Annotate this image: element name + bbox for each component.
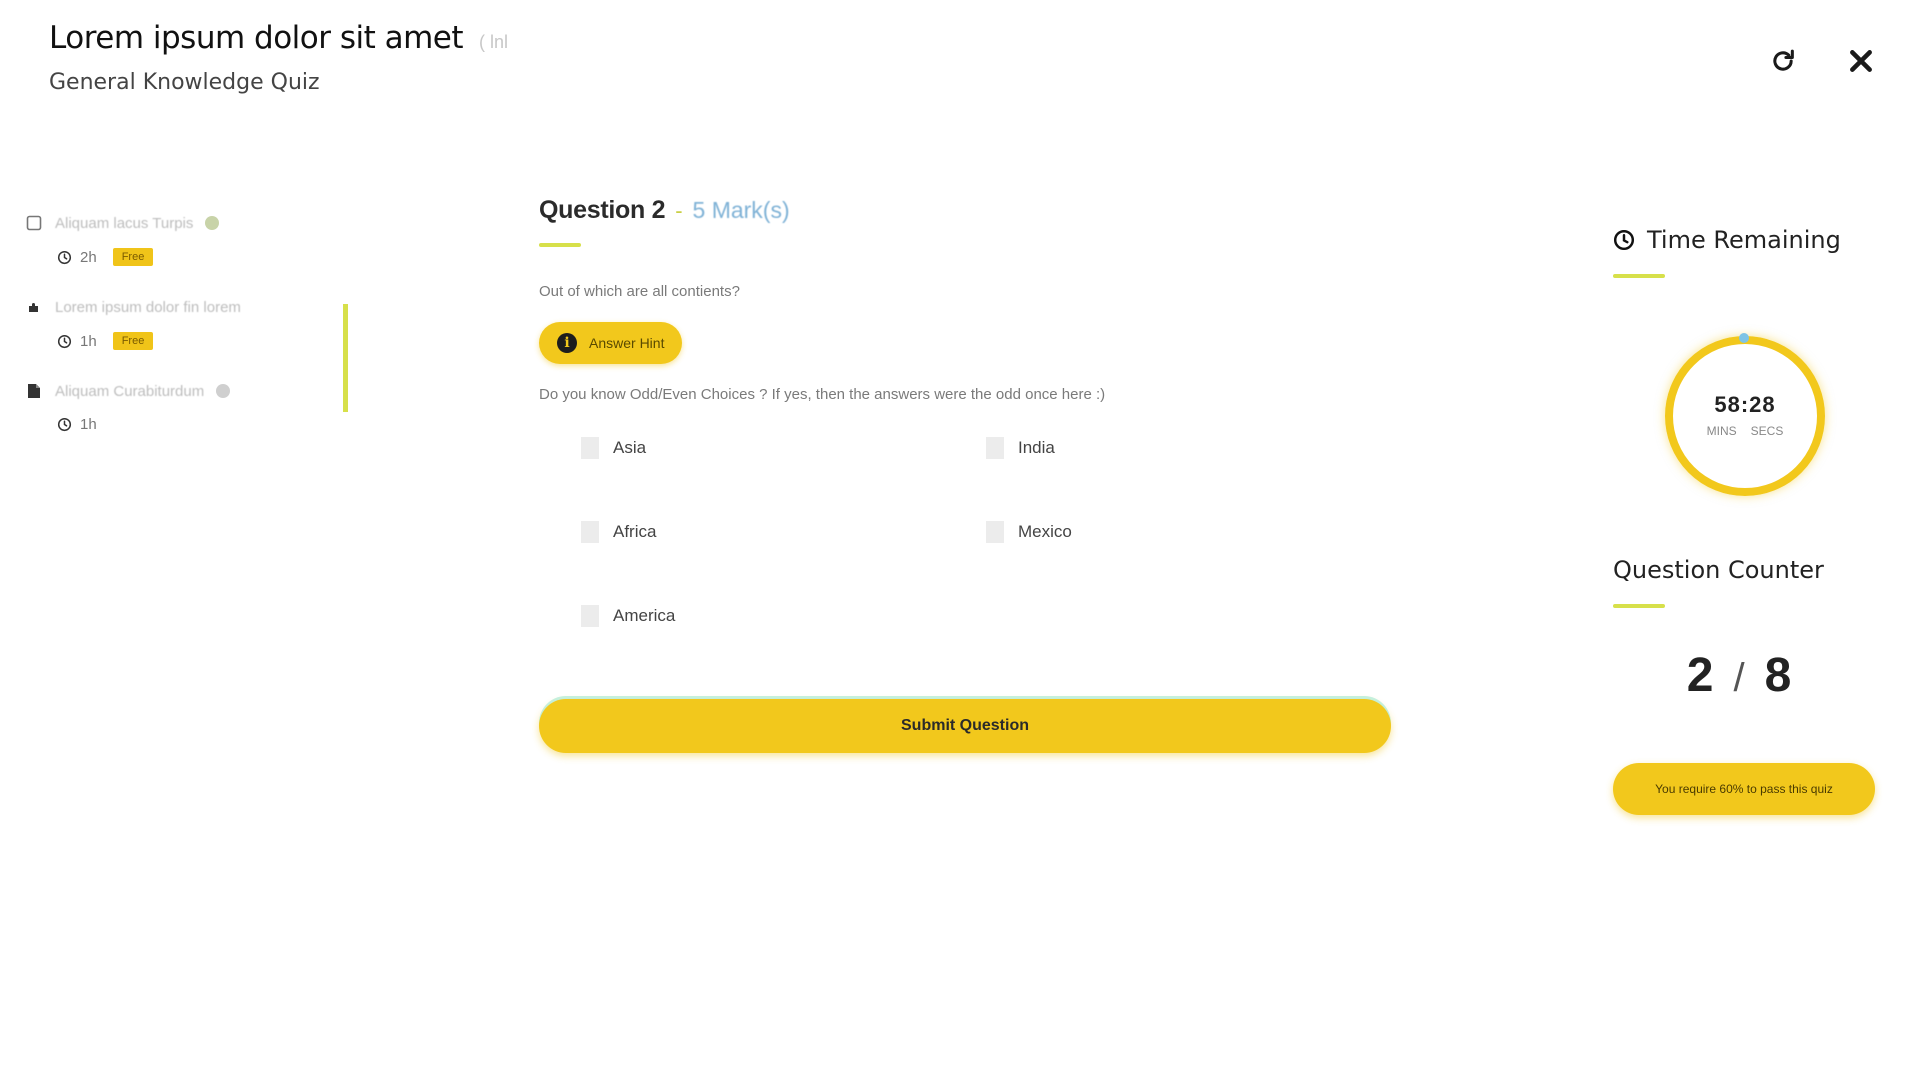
close-icon xyxy=(1850,50,1872,72)
completed-check-icon xyxy=(216,384,231,398)
refresh-icon xyxy=(1773,49,1794,71)
question-header: Question 2 - 5 Mark(s) xyxy=(539,196,1399,225)
question-counter-title: Question Counter xyxy=(1613,556,1824,584)
sidebar-item-duration: 2h xyxy=(80,248,97,266)
refresh-button[interactable] xyxy=(1766,44,1800,78)
time-remaining-title: Time Remaining xyxy=(1647,226,1841,254)
answer-hint-button[interactable]: i Answer Hint xyxy=(539,322,683,364)
option-label: Asia xyxy=(613,438,647,457)
sidebar-item-label: Aliquam lacus Turpis xyxy=(55,214,194,232)
countdown-timer: 58:28 MINS SECS xyxy=(1665,333,1825,496)
page-title-tag: ( lnl xyxy=(479,32,509,52)
counter-slash: / xyxy=(1733,656,1745,700)
sidebar-item-meta: 1h Free xyxy=(57,332,355,350)
title-underline xyxy=(539,243,581,247)
option-checkbox[interactable] xyxy=(581,521,599,543)
time-remaining-heading: Time Remaining xyxy=(1613,226,1883,254)
sidebar-item-row: Lorem ipsum dolor fin lorem xyxy=(25,294,355,320)
option-checkbox[interactable] xyxy=(986,437,1004,459)
sidebar-item-3[interactable]: Aliquam Curabiturdum 1h xyxy=(25,378,355,433)
counter-current: 2 xyxy=(1686,649,1714,702)
pass-requirement-badge: You require 60% to pass this quiz xyxy=(1613,763,1875,815)
lesson-sidebar: Aliquam lacus Turpis 2h Free Lorem ipsum… xyxy=(25,210,355,461)
option-mexico[interactable]: Mexico xyxy=(986,521,1391,543)
sidebar-item-2[interactable]: Lorem ipsum dolor fin lorem 1h Free xyxy=(25,294,355,350)
sidebar-item-duration: 1h xyxy=(80,416,97,433)
free-badge: Free xyxy=(112,332,154,350)
counter-total: 8 xyxy=(1764,649,1792,702)
option-africa[interactable]: Africa xyxy=(581,521,986,543)
timer-progress-dot xyxy=(1739,333,1749,343)
timer-unit-mins: MINS xyxy=(1706,424,1737,438)
puzzle-icon xyxy=(25,298,43,316)
header-actions xyxy=(1766,44,1878,78)
question-marks: 5 Mark(s) xyxy=(692,197,790,223)
sidebar-item-row: Aliquam lacus Turpis xyxy=(25,210,355,236)
sidebar-item-label: Aliquam Curabiturdum xyxy=(55,382,205,400)
option-america[interactable]: America xyxy=(581,605,986,627)
checkbox-icon xyxy=(25,214,43,232)
info-icon: i xyxy=(557,333,577,353)
option-asia[interactable]: Asia xyxy=(581,437,986,459)
timer-value: 58:28 xyxy=(1714,392,1776,417)
document-icon xyxy=(25,382,43,400)
clock-icon xyxy=(57,334,72,348)
time-remaining-underline xyxy=(1613,274,1665,278)
option-india[interactable]: India xyxy=(986,437,1391,459)
quiz-status-panel: Time Remaining 58:28 MINS SECS Question … xyxy=(1613,226,1883,815)
option-label: America xyxy=(613,606,676,625)
option-checkbox[interactable] xyxy=(986,521,1004,543)
option-label: Mexico xyxy=(1018,522,1072,541)
sidebar-item-meta: 1h xyxy=(57,416,355,433)
option-checkbox[interactable] xyxy=(581,437,599,459)
timer-unit-secs: SECS xyxy=(1750,424,1784,438)
submit-question-button[interactable]: Submit Question xyxy=(539,699,1391,753)
clock-icon xyxy=(57,250,72,264)
free-badge: Free xyxy=(112,248,154,266)
active-item-indicator xyxy=(343,304,348,412)
page-header: Lorem ipsum dolor sit amet ( lnl General… xyxy=(49,20,508,95)
answer-options: Asia India Africa Mexico America xyxy=(581,437,1399,627)
question-note: Do you know Odd/Even Choices ? If yes, t… xyxy=(539,386,1106,403)
question-text: Out of which are all contients? xyxy=(539,283,740,300)
timer-units: MINS SECS xyxy=(1665,424,1825,438)
close-button[interactable] xyxy=(1844,44,1878,78)
question-counter: Question Counter 2 / 8 xyxy=(1613,556,1883,703)
sidebar-item-1[interactable]: Aliquam lacus Turpis 2h Free xyxy=(25,210,355,266)
answer-hint-label: Answer Hint xyxy=(589,335,665,351)
option-label: India xyxy=(1018,438,1055,457)
completed-check-icon xyxy=(205,216,220,230)
question-counter-value: 2 / 8 xyxy=(1595,648,1883,703)
page-subtitle: General Knowledge Quiz xyxy=(49,70,320,95)
question-panel: Question 2 - 5 Mark(s) Out of which are … xyxy=(539,196,1399,753)
option-label: Africa xyxy=(613,522,657,541)
page-title: Lorem ipsum dolor sit amet xyxy=(49,20,464,56)
sidebar-item-duration: 1h xyxy=(80,332,97,350)
clock-icon xyxy=(1613,229,1635,251)
sidebar-item-row: Aliquam Curabiturdum xyxy=(25,378,355,404)
question-title: Question 2 xyxy=(539,196,666,224)
clock-icon xyxy=(57,417,72,432)
option-checkbox[interactable] xyxy=(581,605,599,627)
question-counter-underline xyxy=(1613,604,1665,608)
question-separator: - xyxy=(675,198,683,223)
sidebar-item-label: Lorem ipsum dolor fin lorem xyxy=(55,298,241,316)
sidebar-item-meta: 2h Free xyxy=(57,248,355,266)
title-row: Lorem ipsum dolor sit amet ( lnl xyxy=(49,20,508,56)
